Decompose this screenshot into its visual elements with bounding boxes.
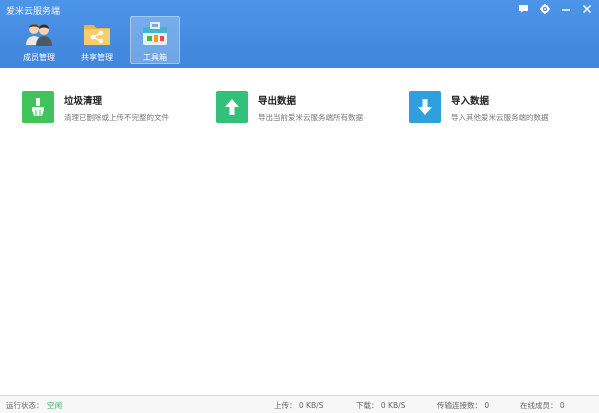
tool-cleanup-title: 垃圾清理 <box>64 96 103 107</box>
window-controls <box>517 3 593 14</box>
tool-import-desc: 导入其他爱米云服务端的数据 <box>451 113 549 122</box>
arrow-up-icon <box>216 91 248 123</box>
tool-import-title: 导入数据 <box>451 96 490 107</box>
arrow-down-icon <box>409 91 441 123</box>
broom-icon <box>22 91 54 123</box>
tab-shared[interactable]: 共享管理 <box>72 16 122 64</box>
tool-import[interactable]: 导入数据 导入其他爱米云服务端的数据 <box>409 91 549 123</box>
tool-export-desc: 导出当前爱米云服务端所有数据 <box>258 113 363 122</box>
tool-list: 垃圾清理 清理已删除或上传不完整的文件 导出数据 导出当前爱米云服务端所有数据 … <box>22 91 582 131</box>
tab-shared-label: 共享管理 <box>81 53 113 62</box>
close-icon[interactable] <box>580 3 593 14</box>
title-bar: 爱米云服务端 成员管理 共享管理 工具箱 <box>0 0 599 68</box>
tool-export-title: 导出数据 <box>258 96 297 107</box>
upload-speed: 上传： 0 KB/S <box>274 401 324 410</box>
tab-members-label: 成员管理 <box>23 53 55 62</box>
run-status-value: 空闲 <box>47 401 62 410</box>
main-nav: 成员管理 共享管理 工具箱 <box>14 16 180 64</box>
status-bar: 运行状态： 空闲 上传： 0 KB/S 下载： 0 KB/S 传输连接数： 0 … <box>0 395 599 413</box>
members-icon <box>26 24 52 46</box>
gear-icon[interactable] <box>538 3 551 14</box>
tool-cleanup-desc: 清理已删除或上传不完整的文件 <box>64 113 169 122</box>
toolbox-icon <box>143 22 167 45</box>
tool-export[interactable]: 导出数据 导出当前爱米云服务端所有数据 <box>216 91 363 123</box>
online-members: 在线成员： 0 <box>520 401 565 410</box>
chat-icon[interactable] <box>517 3 530 14</box>
tab-members[interactable]: 成员管理 <box>14 16 64 64</box>
tab-toolbox[interactable]: 工具箱 <box>130 16 180 64</box>
tab-toolbox-label: 工具箱 <box>143 53 167 62</box>
download-speed: 下载： 0 KB/S <box>356 401 406 410</box>
run-status-label: 运行状态： <box>6 401 44 410</box>
tool-cleanup[interactable]: 垃圾清理 清理已删除或上传不完整的文件 <box>22 91 169 123</box>
shared-folder-icon <box>84 25 110 45</box>
minimize-icon[interactable] <box>559 3 572 14</box>
connection-count: 传输连接数： 0 <box>437 401 490 410</box>
